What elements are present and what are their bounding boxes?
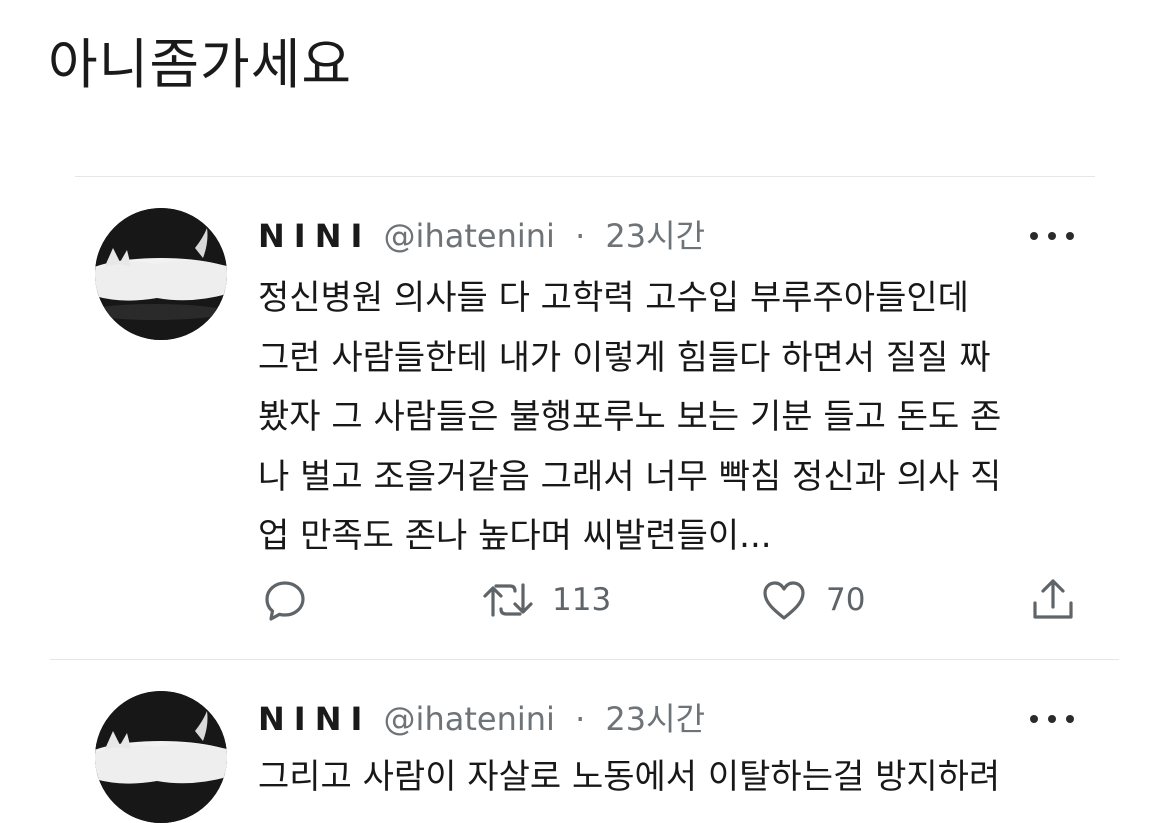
separator: · bbox=[575, 700, 586, 738]
user-handle[interactable]: @ihatenini bbox=[384, 700, 555, 738]
tweet-text-line: 그리고 사람이 자살로 노동에서 이탈하는걸 방지하려 bbox=[258, 757, 1001, 797]
dot-icon bbox=[1030, 715, 1038, 723]
display-name[interactable]: NINI bbox=[258, 700, 371, 738]
cat-avatar-icon[interactable] bbox=[95, 691, 227, 823]
timestamp[interactable]: 23시간 bbox=[605, 700, 705, 738]
tweet[interactable]: NINI @ihatenini · 23시간 그리고 사람이 자살로 노동에서 … bbox=[0, 0, 1169, 823]
dot-icon bbox=[1066, 715, 1074, 723]
dot-icon bbox=[1048, 715, 1056, 723]
tweet-header: NINI @ihatenini · 23시간 bbox=[258, 694, 705, 744]
more-options-icon[interactable] bbox=[1030, 709, 1074, 729]
tweet-text: 그리고 사람이 자살로 노동에서 이탈하는걸 방지하려 bbox=[258, 748, 1118, 808]
